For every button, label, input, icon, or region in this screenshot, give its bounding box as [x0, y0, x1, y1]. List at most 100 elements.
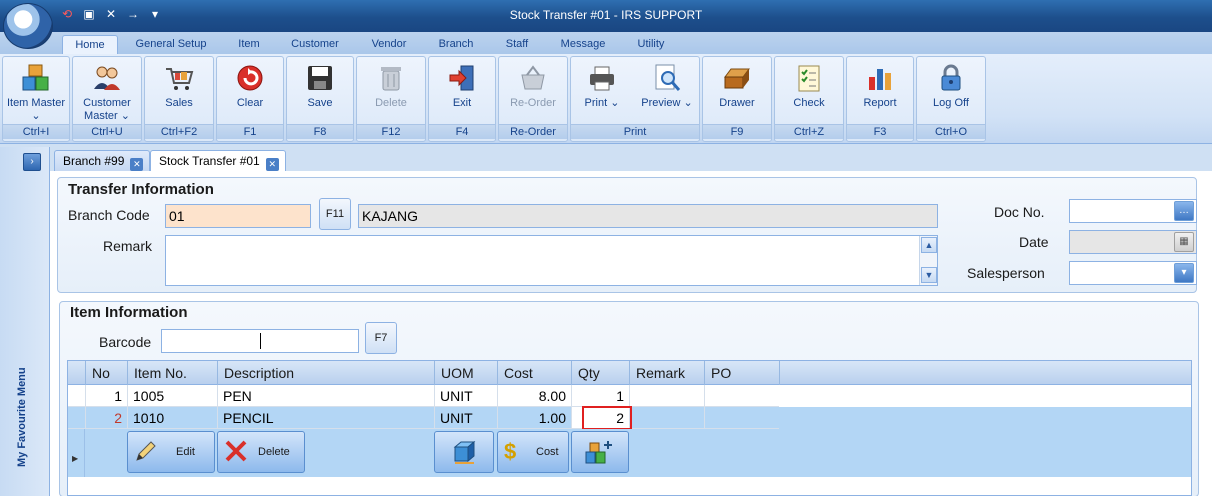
doc-tab-branch[interactable]: Branch #99 ✕ — [54, 150, 151, 171]
col-header-po[interactable]: PO — [704, 361, 779, 385]
tab-utility[interactable]: Utility — [626, 35, 676, 54]
item-master-button[interactable]: Item Master ⌄ — [3, 59, 69, 125]
col-header-description[interactable]: Description — [217, 361, 434, 385]
ribbon-group-delete: Delete F12 — [356, 56, 426, 142]
tab-home[interactable]: Home — [62, 35, 118, 54]
doc-no-browse-button[interactable]: … — [1174, 201, 1194, 221]
calendar-icon[interactable]: ▦ — [1174, 232, 1194, 252]
cell-description[interactable]: PEN — [217, 385, 434, 407]
branch-code-label: Branch Code — [68, 207, 150, 223]
ribbon-group-check: Check Ctrl+Z — [774, 56, 844, 142]
dollar-icon: $ — [504, 439, 517, 464]
favourite-menu-panel: › My Favourite Menu — [0, 147, 50, 496]
shortcut-label: F4 — [429, 124, 495, 139]
col-header-item-no[interactable]: Item No. — [127, 361, 217, 385]
item-grid: No Item No. Description UOM Cost Qty Rem… — [67, 360, 1192, 496]
tab-branch[interactable]: Branch — [428, 35, 484, 54]
cell-po[interactable] — [704, 385, 779, 407]
shortcut-label: Ctrl+I — [3, 124, 69, 139]
delete-row-button[interactable]: Delete — [217, 431, 305, 473]
cell-qty[interactable]: 1 — [571, 385, 629, 407]
ribbon: Item Master ⌄ Ctrl+I Customer Master ⌄ C… — [0, 54, 1212, 144]
exit-door-icon — [446, 61, 478, 95]
floppy-icon — [304, 61, 336, 95]
cell-item-no[interactable]: 1005 — [127, 385, 217, 407]
row-selector[interactable] — [68, 407, 85, 429]
remark-textarea[interactable] — [165, 235, 938, 286]
shortcut-label: Print — [571, 124, 699, 139]
edit-row-button[interactable]: Edit — [127, 431, 215, 473]
users-icon — [91, 61, 123, 95]
cell-remark[interactable] — [629, 385, 704, 407]
row-selector[interactable] — [68, 385, 85, 407]
close-icon[interactable]: ✕ — [130, 158, 144, 171]
row-detail-actions: Edit Delete $ Cost — [68, 429, 1191, 477]
cell-description[interactable]: PENCIL — [217, 407, 434, 429]
tab-general-setup[interactable]: General Setup — [126, 35, 216, 54]
sales-button[interactable]: Sales — [145, 59, 213, 125]
customer-master-button[interactable]: Customer Master ⌄ — [73, 59, 141, 125]
shortcut-label: Ctrl+U — [73, 124, 141, 139]
scroll-up-icon[interactable]: ▲ — [921, 237, 937, 253]
ribbon-group-reorder: Re-Order Re-Order — [498, 56, 568, 142]
expand-panel-button[interactable]: › — [23, 153, 41, 171]
scroll-down-icon[interactable]: ▼ — [921, 267, 937, 283]
remark-scrollbar[interactable]: ▲ ▼ — [919, 236, 937, 285]
cell-po[interactable] — [704, 407, 779, 429]
tab-item[interactable]: Item — [226, 35, 272, 54]
checklist-icon — [793, 61, 825, 95]
item-lookup-button[interactable]: F7 — [365, 322, 397, 354]
col-header-uom[interactable]: UOM — [434, 361, 497, 385]
cell-item-no[interactable]: 1010 — [127, 407, 217, 429]
cell-uom[interactable]: UNIT — [434, 407, 497, 429]
cell-remark[interactable] — [629, 407, 704, 429]
close-icon[interactable]: ✕ — [265, 158, 279, 171]
shortcut-label: Re-Order — [499, 124, 567, 139]
table-row[interactable]: 1 1005 PEN UNIT 8.00 1 — [68, 385, 1191, 407]
application-menu-button[interactable] — [3, 3, 53, 49]
clear-button[interactable]: Clear — [217, 59, 283, 125]
drawer-button[interactable]: Drawer — [703, 59, 771, 125]
cell-uom[interactable]: UNIT — [434, 385, 497, 407]
ribbon-group-drawer: Drawer F9 — [702, 56, 772, 142]
col-header-remark[interactable]: Remark — [629, 361, 704, 385]
ribbon-group-log-off: Log Off Ctrl+O — [916, 56, 986, 142]
add-item-button[interactable] — [571, 431, 629, 473]
row-selector[interactable] — [68, 429, 85, 477]
tab-customer[interactable]: Customer — [282, 35, 348, 54]
cost-button[interactable]: $ Cost — [497, 431, 569, 473]
col-header-qty[interactable]: Qty — [571, 361, 629, 385]
pencil-icon — [134, 439, 158, 469]
shortcut-label: Ctrl+Z — [775, 124, 843, 139]
chevron-down-icon[interactable]: ▾ — [1174, 263, 1194, 283]
stock-transfer-form: Transfer Information Branch Code 01 F11 … — [50, 171, 1212, 496]
preview-button[interactable]: Preview ⌄ — [635, 59, 699, 125]
tab-staff[interactable]: Staff — [494, 35, 540, 54]
exit-button[interactable]: Exit — [429, 59, 495, 125]
cell-cost[interactable]: 1.00 — [497, 407, 571, 429]
favourite-menu-label[interactable]: My Favourite Menu — [16, 367, 28, 467]
branch-lookup-button[interactable]: F11 — [319, 198, 351, 230]
delete-button[interactable]: Delete — [357, 59, 425, 125]
branch-code-input[interactable]: 01 — [165, 204, 311, 228]
barcode-label: Barcode — [99, 334, 152, 350]
trash-icon — [375, 61, 407, 95]
bar-chart-icon — [864, 61, 896, 95]
shortcut-label: Ctrl+O — [917, 124, 985, 139]
doc-tab-stock-transfer[interactable]: Stock Transfer #01 ✕ — [150, 150, 286, 171]
print-button[interactable]: Print ⌄ — [571, 59, 633, 125]
cell-no: 2 — [85, 407, 127, 429]
uom-cube-button[interactable] — [434, 431, 494, 473]
reorder-button[interactable]: Re-Order — [499, 59, 567, 125]
cell-cost[interactable]: 8.00 — [497, 385, 571, 407]
tab-message[interactable]: Message — [552, 35, 614, 54]
col-header-cost[interactable]: Cost — [497, 361, 571, 385]
drawer-icon — [721, 61, 753, 95]
shortcut-label: F8 — [287, 124, 353, 139]
save-button[interactable]: Save — [287, 59, 353, 125]
col-header-no[interactable]: No — [85, 361, 127, 385]
check-button[interactable]: Check — [775, 59, 843, 125]
log-off-button[interactable]: Log Off — [917, 59, 985, 125]
report-button[interactable]: Report — [847, 59, 913, 125]
tab-vendor[interactable]: Vendor — [360, 35, 418, 54]
